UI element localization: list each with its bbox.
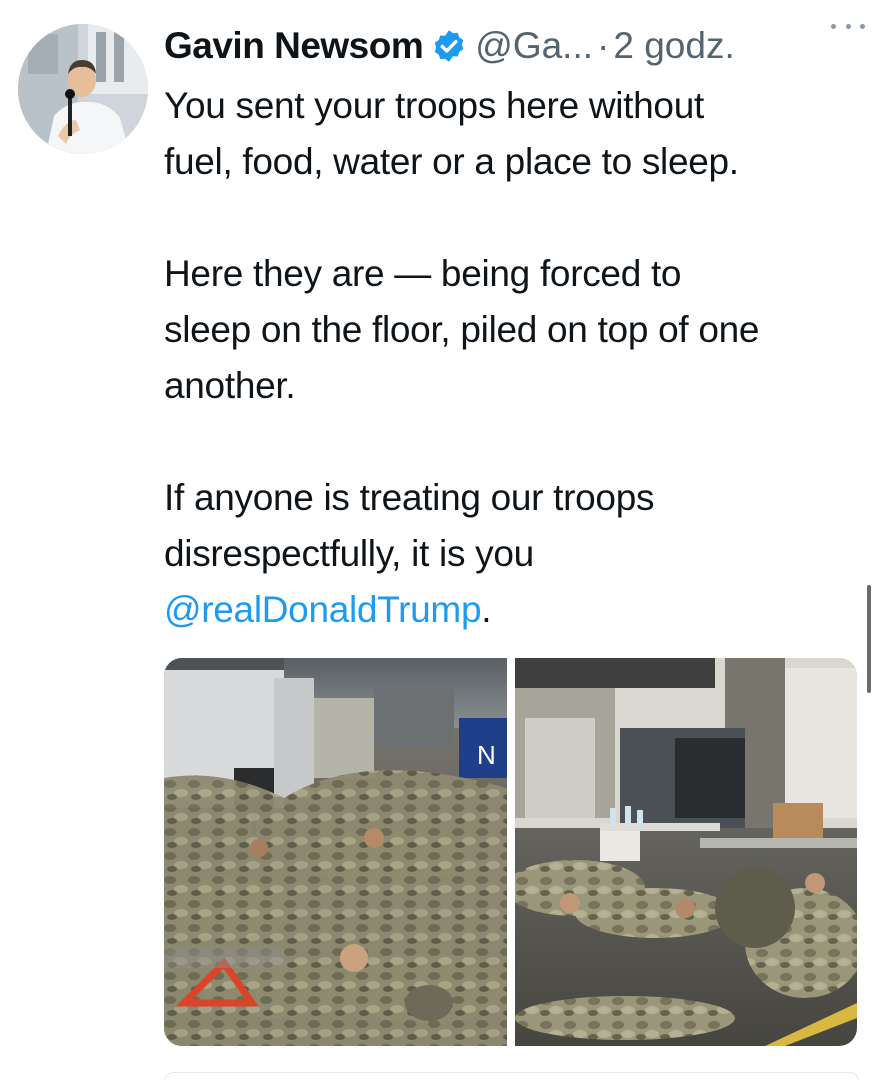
- more-dots-icon[interactable]: [831, 14, 865, 38]
- tweet-text: You sent your troops here without fuel, …: [164, 78, 864, 638]
- tweet-line: You sent your troops here without: [164, 85, 704, 126]
- tweet-line: another.: [164, 365, 296, 406]
- tweet[interactable]: Gavin Newsom @Ga... · 2 godz. You sent y…: [0, 0, 875, 1080]
- tweet-line: sleep on the floor, piled on top of one: [164, 309, 760, 350]
- author-handle[interactable]: @Ga...: [475, 25, 593, 67]
- mention-suffix: .: [481, 589, 492, 630]
- media-grid: N: [164, 658, 857, 1046]
- tweet-line: If anyone is treating our troops: [164, 477, 655, 518]
- tweet-line: Here they are — being forced to: [164, 253, 682, 294]
- header-separator: ·: [597, 25, 610, 66]
- media-photo-left[interactable]: N: [164, 658, 507, 1046]
- tweet-line: fuel, food, water or a place to sleep.: [164, 141, 739, 182]
- mention-link[interactable]: @realDonaldTrump: [164, 589, 482, 630]
- media-photo-right[interactable]: [515, 658, 857, 1046]
- next-card-edge: [164, 1072, 859, 1080]
- tweet-line: @realDonaldTrump.: [164, 582, 864, 638]
- avatar[interactable]: [18, 24, 148, 154]
- tweet-line: disrespectfully, it is you: [164, 533, 534, 574]
- tweet-timestamp[interactable]: 2 godz.: [613, 25, 734, 67]
- dumpster-sign: N: [477, 740, 496, 770]
- scrollbar[interactable]: [867, 585, 871, 693]
- author-name[interactable]: Gavin Newsom: [164, 25, 424, 67]
- verified-badge-icon: [431, 28, 467, 64]
- tweet-header: Gavin Newsom @Ga... · 2 godz.: [164, 18, 864, 74]
